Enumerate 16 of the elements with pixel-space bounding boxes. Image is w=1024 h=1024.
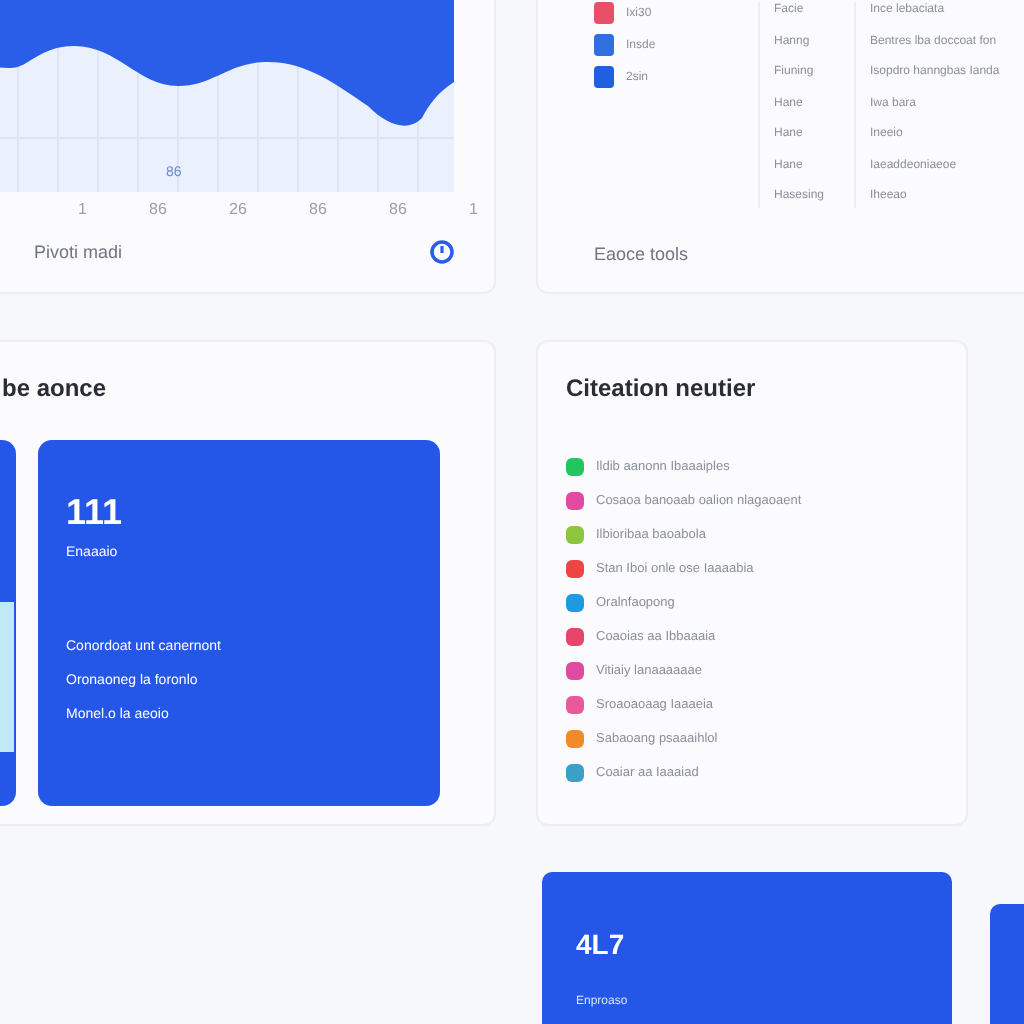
card-title: Citeation neutier [566, 374, 758, 402]
app-icon[interactable] [594, 2, 614, 24]
stat-value: 4L7 [576, 928, 627, 960]
app-icon[interactable] [594, 66, 614, 88]
tile-value: 111 [66, 492, 125, 534]
power-icon[interactable] [430, 240, 454, 264]
axis-tick-label: 26 [229, 200, 247, 218]
app-icon[interactable] [594, 34, 614, 56]
card-footer-label: Eaoce tools [594, 244, 689, 264]
axis-tick-label: 1 [469, 200, 478, 218]
axis-tick-label: 86 [149, 200, 167, 218]
axis-tick-label: 1 [78, 200, 87, 218]
card-footer-label: Pivoti madi [34, 242, 123, 262]
axis-tick-label: 86 [309, 200, 327, 218]
card-title: be aonce [0, 374, 109, 402]
axis-tick-label: 86 [389, 200, 407, 218]
